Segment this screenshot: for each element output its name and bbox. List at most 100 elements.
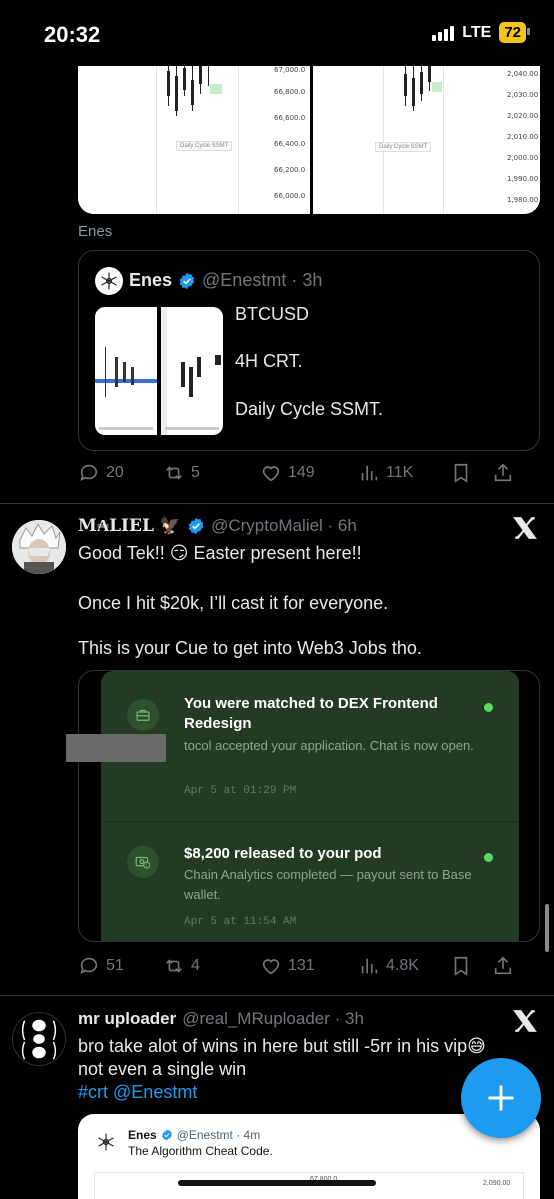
x-logo-icon[interactable] (512, 1008, 538, 1034)
reply-button[interactable]: 51 (78, 955, 163, 977)
compose-post-button[interactable] (461, 1058, 541, 1138)
home-indicator[interactable] (178, 1180, 376, 1186)
quoted-post-card[interactable]: Enes @Enestmt · 3h BTCUSD 4H CRT. Daily … (78, 250, 540, 451)
post-header: mr uploader @real_MRuploader · 3h (78, 1009, 364, 1029)
author-name[interactable]: mr uploader (78, 1009, 176, 1029)
reply-button[interactable]: 20 (78, 462, 163, 484)
like-count: 149 (288, 464, 315, 481)
bookmark-icon (454, 956, 468, 976)
post-text-line: Good Tek!! 😏 Easter present here!! (78, 543, 362, 563)
unread-dot (484, 853, 493, 862)
like-button[interactable]: 131 (260, 955, 358, 977)
author-name[interactable]: M₳LIEL (78, 516, 154, 536)
repost-button[interactable]: 5 (163, 462, 260, 484)
bookmark-button[interactable] (450, 462, 492, 484)
quoted-author-handle: @Enestmt · 3h (202, 270, 323, 290)
briefcase-icon (127, 699, 159, 731)
avatar[interactable] (95, 267, 123, 295)
verified-badge-icon (161, 1129, 172, 1141)
status-time: 20:32 (44, 22, 101, 47)
post-actions: 51 4 131 4.8K (78, 952, 540, 980)
share-icon (494, 956, 512, 975)
post-media-charts[interactable]: Daily Cycle SSMT 67,000.0 66,800.0 66,60… (78, 66, 540, 214)
analytics-icon (361, 465, 378, 481)
post-media-screenshot[interactable]: Enes @Enestmt · 4m The Algorithm Cheat C… (78, 1114, 540, 1199)
quoted-author-name[interactable]: Enes (129, 270, 172, 291)
post-text-line: not even a single win (78, 1059, 247, 1079)
reply-icon (80, 464, 98, 481)
post-text-line: This is your Cue to get into Web3 Jobs t… (78, 638, 422, 658)
share-icon (494, 463, 512, 482)
share-button[interactable] (492, 462, 514, 484)
quoted-post-header: Enes @Enestmt · 3h (129, 270, 322, 291)
quoted-media-thumbnail[interactable] (161, 307, 223, 435)
avatar[interactable] (12, 1012, 66, 1066)
media-caption: Enes (78, 223, 113, 240)
reply-icon (80, 957, 98, 974)
money-icon: $ (127, 846, 159, 878)
eagle-emoji-icon: 🦅 (159, 516, 182, 535)
quoted-media-thumbnail[interactable] (95, 307, 157, 435)
repost-icon (166, 466, 182, 480)
post-media-job-screenshot[interactable]: You were matched to DEX Frontend Redesig… (78, 670, 540, 942)
post-actions: 20 5 149 11K (78, 459, 540, 487)
analytics-icon (361, 958, 378, 974)
views-count: 11K (386, 464, 414, 481)
scrollbar[interactable] (545, 904, 549, 952)
quoted-text-line: Daily Cycle SSMT. (235, 399, 384, 419)
bookmark-button[interactable] (450, 955, 492, 977)
like-count: 131 (288, 957, 315, 974)
snowflake-logo-icon (101, 272, 117, 290)
views-button[interactable]: 11K (358, 462, 450, 484)
unread-dot (484, 703, 493, 712)
chart-image-eth[interactable]: Daily Cycle SSMT 2,040.00 2,030.00 2,020… (313, 66, 540, 214)
chart-annotation: Daily Cycle SSMT (375, 142, 432, 152)
post-separator (0, 995, 554, 996)
views-button[interactable]: 4.8K (358, 955, 450, 977)
reply-count: 51 (106, 957, 124, 974)
battery-indicator: 72 (499, 22, 530, 43)
bookmark-icon (454, 463, 468, 483)
mention-link[interactable]: @Enestmt (113, 1082, 197, 1102)
status-bar: 20:32 LTE 72 (0, 0, 554, 66)
repost-button[interactable]: 4 (163, 955, 260, 977)
network-type: LTE (462, 23, 492, 41)
embedded-author-handle: @Enestmt · 4m (176, 1128, 261, 1142)
repost-icon (166, 959, 182, 973)
job-notifications-panel: You were matched to DEX Frontend Redesig… (101, 671, 519, 941)
job-timestamp: Apr 5 at 01:29 PM (184, 785, 297, 797)
divider (101, 821, 519, 822)
post-text-line: bro take alot of wins in here but still … (78, 1036, 486, 1056)
post-text-line: Once I hit $20k, I’ll cast it for everyo… (78, 593, 389, 613)
heart-icon (262, 959, 280, 975)
post-separator (0, 503, 554, 504)
post-header: M₳LIEL 🦅 @CryptoMaliel · 6h (78, 516, 357, 536)
embedded-text: The Algorithm Cheat Code. (128, 1144, 273, 1158)
chart-image-btc[interactable]: Daily Cycle SSMT 67,000.0 66,800.0 66,60… (78, 66, 310, 214)
quoted-text-line: BTCUSD (235, 304, 310, 324)
verified-badge-icon (179, 272, 195, 289)
x-logo-icon[interactable] (512, 515, 538, 541)
repost-count: 5 (191, 464, 200, 481)
profile-picture (12, 520, 66, 574)
like-button[interactable]: 149 (260, 462, 358, 484)
embedded-header: Enes @Enestmt · 4m (128, 1128, 260, 1142)
job-title: $8,200 released to your pod (184, 845, 382, 862)
redaction-box (66, 734, 166, 762)
avatar[interactable] (12, 520, 66, 574)
chart-annotation: Daily Cycle SSMT (176, 141, 233, 151)
quoted-text-line: 4H CRT. (235, 351, 303, 371)
status-indicators: LTE 72 (432, 22, 530, 43)
job-title: You were matched to DEX Frontend Redesig… (184, 695, 438, 732)
repost-count: 4 (191, 957, 200, 974)
reply-count: 20 (106, 464, 124, 481)
profile-picture (13, 1013, 65, 1065)
job-timestamp: Apr 5 at 11:54 AM (184, 916, 297, 928)
plus-icon (488, 1085, 514, 1111)
embedded-author-name: Enes (128, 1128, 157, 1142)
hashtag-link[interactable]: #crt (78, 1082, 108, 1102)
author-handle: @CryptoMaliel · 6h (211, 516, 357, 535)
job-subtitle: Chain Analytics completed — payout sent … (184, 867, 472, 902)
share-button[interactable] (492, 955, 514, 977)
verified-badge-icon (188, 517, 204, 535)
